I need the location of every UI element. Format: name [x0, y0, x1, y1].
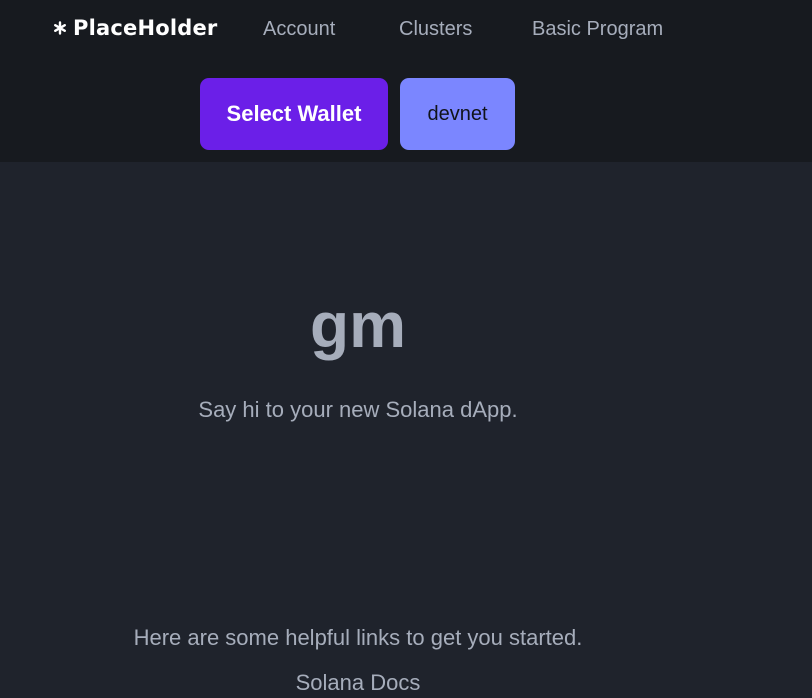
- nav-link-clusters[interactable]: Clusters: [399, 15, 472, 43]
- select-wallet-button[interactable]: Select Wallet: [200, 78, 388, 150]
- solana-docs-link[interactable]: Solana Docs: [0, 668, 716, 698]
- cluster-select-label: devnet: [427, 102, 488, 125]
- helpful-links-intro: Here are some helpful links to get you s…: [133, 625, 583, 650]
- brand-name: PlaceHolder: [73, 16, 218, 40]
- hero-subtitle: Say hi to your new Solana dApp.: [198, 397, 518, 422]
- cluster-select-button[interactable]: devnet: [400, 78, 515, 150]
- nav-link-basic-program[interactable]: Basic Program: [532, 15, 663, 43]
- brand-logo-link[interactable]: PlaceHolder: [53, 14, 217, 42]
- navbar: PlaceHolder Account Clusters Basic Progr…: [0, 0, 812, 162]
- select-wallet-label: Select Wallet: [226, 101, 362, 126]
- nav-link-account[interactable]: Account: [263, 15, 335, 43]
- sparkle-icon: [54, 21, 67, 35]
- hero-title: gm: [310, 289, 406, 361]
